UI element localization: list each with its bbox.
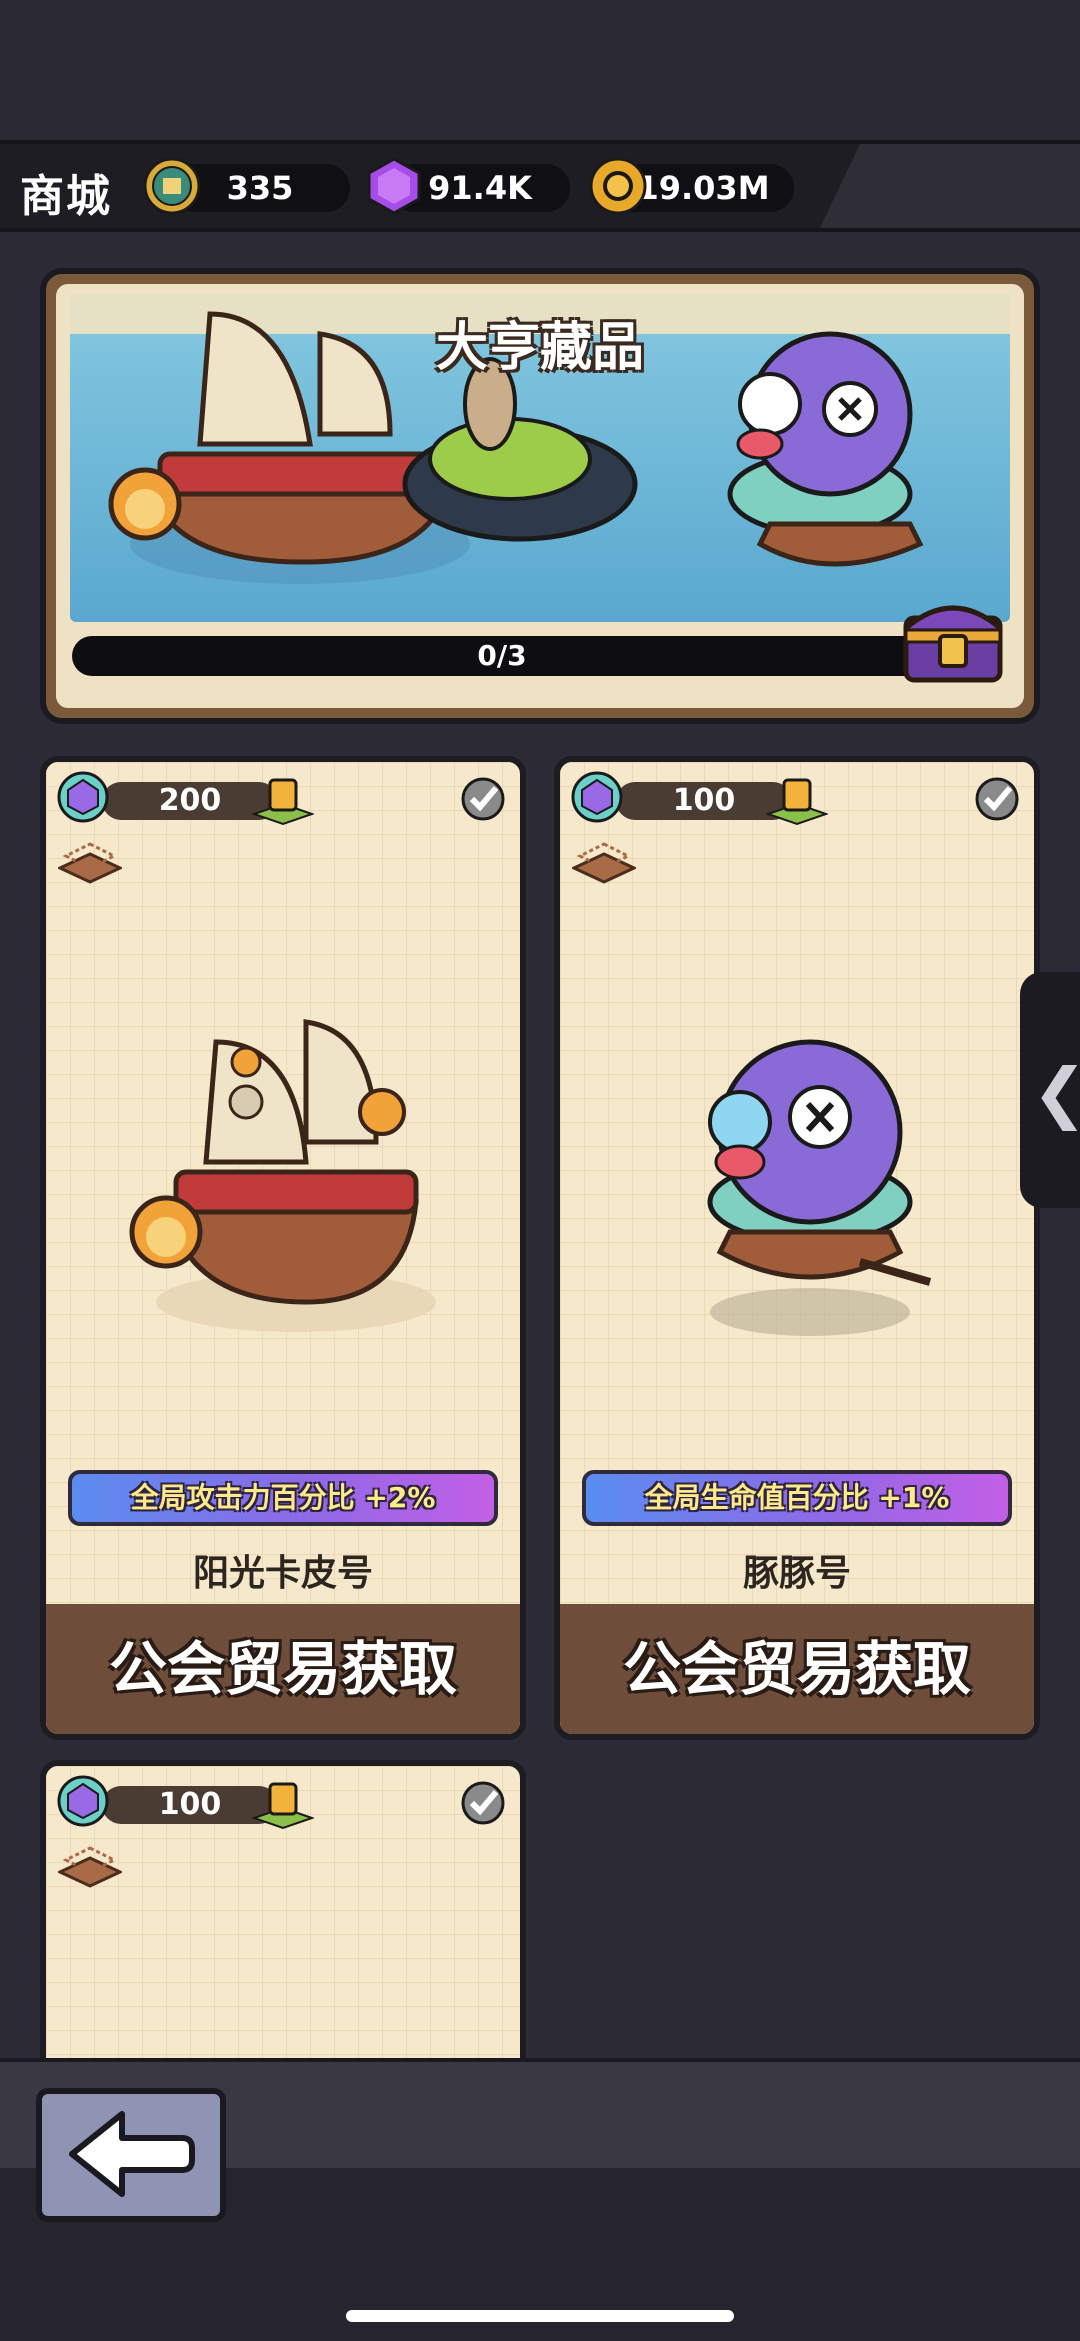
item-name: 豚豚号	[742, 1553, 851, 1594]
price-value: 100	[672, 783, 736, 818]
gem-value: 91.4K	[428, 169, 532, 207]
banner-title: 大亨藏品	[435, 318, 644, 378]
top-bar-wedge	[820, 144, 1080, 228]
rainbow-gem-icon	[57, 1775, 109, 1827]
gold-coin-icon	[589, 157, 647, 215]
shop-item-card[interactable]: 100	[40, 1760, 526, 2100]
stat-bonus-text: 全局攻击力百分比 +2%	[130, 1481, 436, 1514]
home-indicator[interactable]	[346, 2310, 734, 2322]
shop-item-card[interactable]: 100 全局生命值百分比 +1% 豚豚号 公会贸易获取	[554, 756, 1040, 1740]
building-block-icon	[252, 778, 314, 826]
purple-gem-icon	[367, 157, 421, 215]
building-block-icon	[252, 1782, 314, 1830]
sunny-ship-illustration	[129, 1019, 436, 1332]
gold-value: 19.03M	[636, 169, 770, 207]
price-value: 100	[158, 1787, 222, 1822]
check-icon[interactable]	[460, 776, 506, 822]
floor-tile-icon	[58, 1846, 122, 1888]
stat-bonus-text: 全局生命值百分比 +1%	[644, 1481, 950, 1514]
stat-bonus-pill: 全局生命值百分比 +1%	[582, 1470, 1012, 1526]
check-icon[interactable]	[460, 1780, 506, 1826]
acquire-button[interactable]: 公会贸易获取	[46, 1604, 520, 1734]
guild-coin-icon	[143, 157, 201, 215]
collection-progress-text: 0/3	[477, 639, 527, 672]
back-button[interactable]	[36, 2088, 226, 2222]
rainbow-gem-icon	[571, 771, 623, 823]
guild-coin-value: 335	[226, 169, 294, 207]
item-name: 阳光卡皮号	[192, 1553, 373, 1594]
back-arrow-icon	[69, 2111, 195, 2197]
shop-item-card[interactable]: 200 全局攻击力百分比 +2% 阳光卡皮号 公会贸易获取	[40, 756, 526, 1740]
floor-tile-icon	[572, 842, 636, 884]
treasure-chest-icon[interactable]	[898, 588, 1008, 688]
stat-bonus-pill: 全局攻击力百分比 +2%	[68, 1470, 498, 1526]
floor-tile-icon	[58, 842, 122, 884]
acquire-button[interactable]: 公会贸易获取	[560, 1604, 1034, 1734]
puffer-ship-illustration	[707, 1039, 932, 1336]
status-area	[0, 0, 1080, 140]
price-value: 200	[158, 783, 222, 818]
building-block-icon	[766, 778, 828, 826]
chevron-left-icon: ❮	[1032, 1054, 1080, 1131]
check-icon[interactable]	[974, 776, 1020, 822]
page-title: 商城	[20, 171, 112, 222]
rainbow-gem-icon	[57, 771, 109, 823]
